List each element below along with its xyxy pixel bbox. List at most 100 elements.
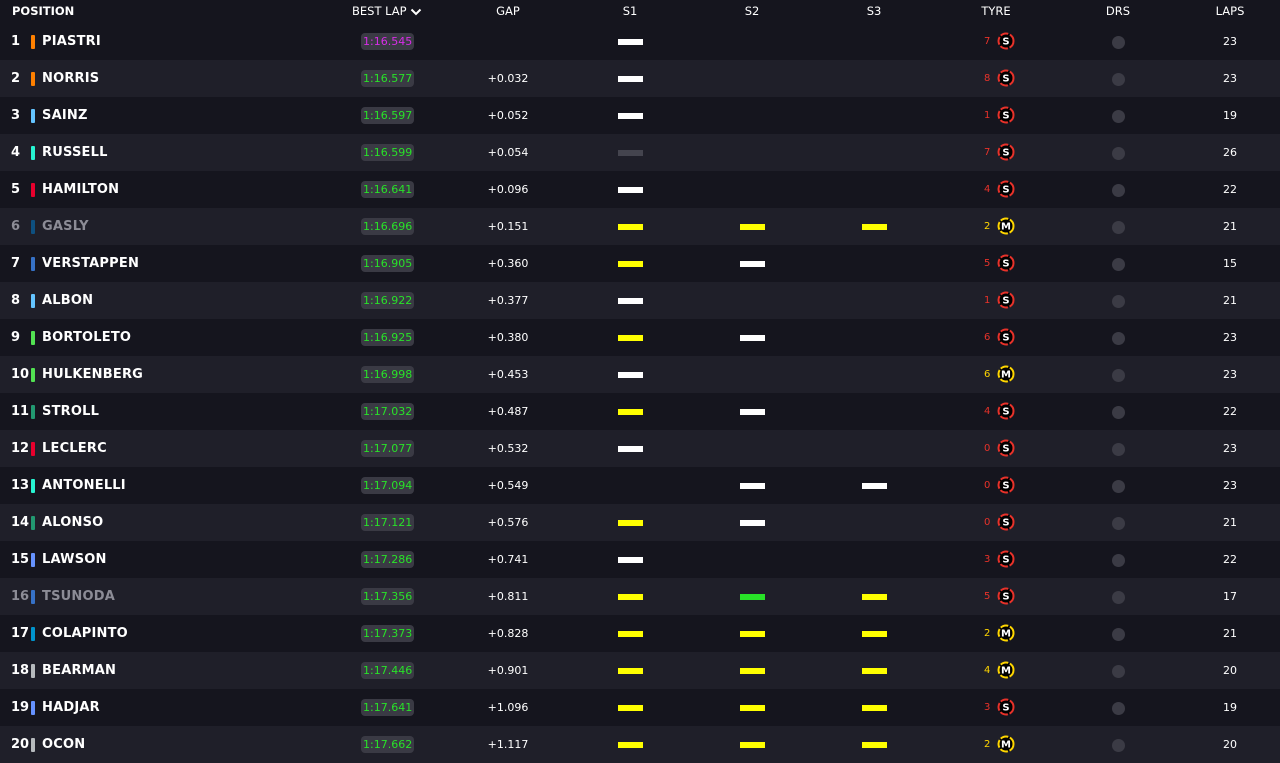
header-laps[interactable]: LAPS [1200,0,1260,23]
header-drs[interactable]: DRS [1098,0,1138,23]
tyre-cell: 8S [960,60,1032,97]
sector-s3-bar [862,668,887,674]
driver-row[interactable]: 11 STROLL 1:17.032 +0.487 4 S 22 [0,393,1280,430]
drs-cell [1098,356,1138,393]
driver-name[interactable]: VERSTAPPEN [42,245,139,282]
driver-name[interactable]: TSUNODA [42,578,115,615]
header-gap[interactable]: GAP [474,0,542,23]
header-best-lap-label: BEST LAP [352,4,407,18]
driver-row[interactable]: 14 ALONSO 1:17.121 +0.576 0 S 21 [0,504,1280,541]
soft-tyre-icon: S [997,328,1015,346]
driver-name[interactable]: PIASTRI [42,23,101,60]
driver-row[interactable]: 19 HADJAR 1:17.641 +1.096 3 S 19 [0,689,1280,726]
header-s1[interactable]: S1 [590,0,670,23]
header-position[interactable]: POSITION [12,0,74,23]
driver-row[interactable]: 17 COLAPINTO 1:17.373 +0.828 2 M 21 [0,615,1280,652]
soft-tyre-icon: S [997,143,1015,161]
laps-count: 23 [1223,442,1237,455]
driver-row[interactable]: 4 RUSSELL 1:16.599 +0.054 7 S 26 [0,134,1280,171]
driver-name[interactable]: STROLL [42,393,99,430]
driver-row[interactable]: 6 GASLY 1:16.696 +0.151 2 M 21 [0,208,1280,245]
driver-row[interactable]: 2 NORRIS 1:16.577 +0.032 8 S 23 [0,60,1280,97]
driver-row[interactable]: 1 PIASTRI 1:16.545 7 S 23 [0,23,1280,60]
driver-name[interactable]: BORTOLETO [42,319,131,356]
driver-row[interactable]: 18 BEARMAN 1:17.446 +0.901 4 M 20 [0,652,1280,689]
tyre-cell: 5S [960,245,1032,282]
tyre-age: 4 [984,406,991,417]
driver-row[interactable]: 5 HAMILTON 1:16.641 +0.096 4 S 22 [0,171,1280,208]
driver-name[interactable]: LAWSON [42,541,107,578]
team-color-bar [31,701,35,715]
sector-s2 [712,171,792,208]
sector-s3 [834,430,914,467]
driver-name[interactable]: RUSSELL [42,134,108,171]
tyre-age: 0 [984,443,991,454]
chevron-down-icon [410,8,421,15]
driver-position: 14 [11,515,30,530]
driver-row[interactable]: 9 BORTOLETO 1:16.925 +0.380 6 S 23 [0,319,1280,356]
sector-s2 [712,97,792,134]
driver-name[interactable]: OCON [42,726,85,763]
sector-s3 [834,578,914,615]
driver-row[interactable]: 13 ANTONELLI 1:17.094 +0.549 0 S 23 [0,467,1280,504]
driver-name[interactable]: COLAPINTO [42,615,128,652]
driver-row[interactable]: 20 OCON 1:17.662 +1.117 2 M 20 [0,726,1280,763]
tyre-age: 6 [984,332,991,343]
driver-row[interactable]: 3 SAINZ 1:16.597 +0.052 1 S 19 [0,97,1280,134]
team-color-bar [31,553,35,567]
sector-s1 [590,23,670,60]
driver-row[interactable]: 12 LECLERC 1:17.077 +0.532 0 S 23 [0,430,1280,467]
sector-s2 [712,60,792,97]
driver-name[interactable]: HAMILTON [42,171,119,208]
sector-s2 [712,726,792,763]
tyre-cell: 6M [960,356,1032,393]
tyre-age: 4 [984,665,991,676]
driver-name[interactable]: NORRIS [42,60,99,97]
team-color-bar [31,331,35,345]
driver-position: 19 [11,700,30,715]
driver-name[interactable]: GASLY [42,208,89,245]
driver-name[interactable]: HADJAR [42,689,100,726]
driver-name[interactable]: SAINZ [42,97,88,134]
header-s2[interactable]: S2 [712,0,792,23]
driver-row[interactable]: 16 TSUNODA 1:17.356 +0.811 5 S 17 [0,578,1280,615]
driver-row[interactable]: 10 HULKENBERG 1:16.998 +0.453 6 M 23 [0,356,1280,393]
drs-cell [1098,282,1138,319]
tyre-age: 4 [984,184,991,195]
drs-cell [1098,504,1138,541]
driver-name[interactable]: HULKENBERG [42,356,143,393]
gap-value: +0.576 [487,516,529,529]
sector-s3 [834,615,914,652]
team-color-bar [31,405,35,419]
sector-s2-bar [740,594,765,600]
driver-name[interactable]: ALONSO [42,504,103,541]
driver-row[interactable]: 7 VERSTAPPEN 1:16.905 +0.360 5 S 15 [0,245,1280,282]
driver-row[interactable]: 15 LAWSON 1:17.286 +0.741 3 S 22 [0,541,1280,578]
driver-name[interactable]: LECLERC [42,430,107,467]
gap-value: +1.096 [487,701,529,714]
best-lap-time: 1:17.121 [361,514,415,531]
driver-name[interactable]: ALBON [42,282,93,319]
sector-s2 [712,615,792,652]
tyre-age: 8 [984,73,991,84]
soft-tyre-icon: S [997,69,1015,87]
svg-text:S: S [1002,111,1009,122]
driver-name[interactable]: BEARMAN [42,652,116,689]
tyre-cell: 1S [960,97,1032,134]
driver-position: 18 [11,663,30,678]
drs-cell [1098,726,1138,763]
tyre-age: 7 [984,147,991,158]
header-tyre[interactable]: TYRE [960,0,1032,23]
header-s3[interactable]: S3 [834,0,914,23]
header-best-lap[interactable]: BEST LAP [352,0,422,23]
driver-position: 15 [11,552,30,567]
tyre-cell: 5S [960,578,1032,615]
soft-tyre-icon: S [997,439,1015,457]
laps-count: 26 [1223,146,1237,159]
driver-row[interactable]: 8 ALBON 1:16.922 +0.377 1 S 21 [0,282,1280,319]
sector-s1 [590,245,670,282]
svg-text:S: S [1002,296,1009,307]
laps-count: 23 [1223,331,1237,344]
driver-name[interactable]: ANTONELLI [42,467,126,504]
laps-count: 23 [1223,72,1237,85]
